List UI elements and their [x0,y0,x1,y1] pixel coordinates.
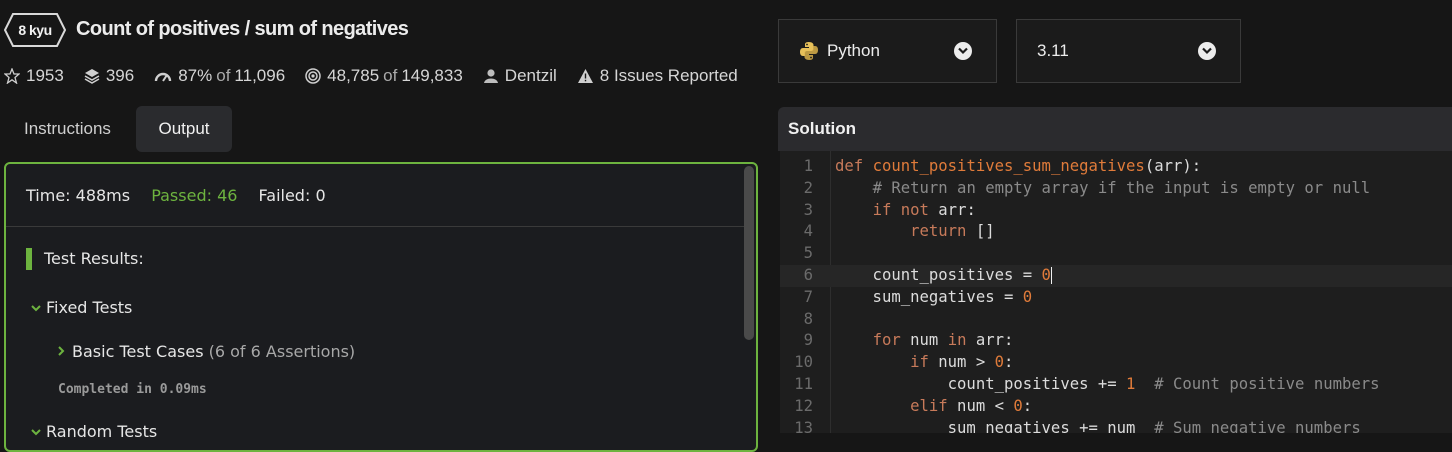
line-number: 13 [794,418,813,433]
test-results-heading: Test Results: [44,249,144,268]
line-number: 9 [803,331,813,350]
language-select[interactable]: Python [778,19,997,83]
failed-count: Failed: 0 [258,186,326,205]
code-line[interactable]: 10 if num > 0: [780,352,1452,374]
code-line[interactable]: 13 sum_negatives += num # Sum negative n… [780,418,1452,433]
kyu-badge: 8 kyu [4,13,66,47]
version-select[interactable]: 3.11 [1016,19,1241,83]
completed-count: 48,785 [327,66,380,85]
code-text: if not arr: [872,200,976,219]
line-number: 1 [803,157,813,175]
test-summary: Time: 488ms Passed: 46 Failed: 0 [26,186,342,205]
author-name[interactable]: Dentzil [505,66,557,86]
test-group-fixed[interactable]: Fixed Tests [30,298,132,317]
code-line[interactable]: 12 elif num < 0: [780,396,1452,418]
kata-stats: 1953 396 87% of 11,096 48,785 of 149,833… [4,64,758,88]
code-text: sum_negatives = 0 [835,287,1033,306]
run-time: Time: 488ms [26,186,131,205]
chevron-right-icon [56,342,72,361]
completed-time: Completed in 0.09ms [58,382,207,397]
code-text: if num > 0: [910,353,1014,372]
line-number: 2 [803,178,813,197]
issues-stat[interactable]: 8 Issues Reported [577,66,738,86]
attempts-count: 149,833 [401,66,463,85]
votes-count: 11,096 [234,66,286,85]
collections-stat[interactable]: 396 [84,66,134,86]
code-text: def count_positives_sum_negatives(arr): [835,157,1202,175]
chevron-down-icon [954,42,972,60]
satisfaction-rating: 87% [178,66,213,85]
author-stat[interactable]: Dentzil [483,66,557,86]
version-value: 3.11 [1037,41,1069,60]
code-text: sum_negatives += num # Sum negative numb… [835,418,1361,433]
code-line[interactable]: 2 # Return an empty array if the input i… [780,178,1452,200]
language-value: Python [827,41,880,60]
tab-instructions[interactable]: Instructions [4,106,131,152]
code-line[interactable]: 1 def count_positives_sum_negatives(arr): [780,156,1452,178]
results-accent-bar [26,248,32,270]
issues-link[interactable]: 8 Issues Reported [600,66,738,86]
assertion-count: (6 of 6 Assertions) [208,342,356,361]
line-number: 8 [803,309,813,328]
code-line[interactable]: 8 [780,309,1452,331]
code-line[interactable]: 6 count_positives = 0 [780,264,1452,287]
collections-count: 396 [105,66,135,85]
user-icon [483,69,498,83]
code-line[interactable]: 9 for num in arr: [780,330,1452,352]
code-line[interactable]: 11 count_positives += 1 # Count positive… [780,374,1452,396]
line-number: 4 [803,222,813,241]
line-number: 12 [794,396,813,415]
python-icon [800,42,818,60]
target-icon [305,68,321,84]
code-editor[interactable]: 1 def count_positives_sum_negatives(arr):… [780,151,1452,433]
line-number: 10 [794,353,813,372]
line-number: 7 [803,287,813,306]
chevron-down-icon [1198,42,1216,60]
satisfaction-gauge-icon [155,72,172,82]
chevron-down-icon [30,298,46,317]
code-text: elif num < 0: [910,396,1033,415]
chevron-down-icon [30,422,46,441]
divider [6,226,744,227]
line-number: 5 [803,244,813,263]
code-line[interactable]: 7 sum_negatives = 0 [780,287,1452,309]
layers-icon [84,69,100,84]
text-cursor [1050,266,1052,284]
test-group-label: Basic Test Cases [72,342,204,361]
code-text: # Return an empty array if the input is … [872,178,1371,197]
solution-header: Solution [778,107,1452,151]
completed-of: of [383,66,398,85]
output-scrollbar[interactable] [744,166,754,340]
code-lines[interactable]: 1 def count_positives_sum_negatives(arr):… [780,156,1452,433]
satisfaction-of: of [216,66,231,85]
test-group-random[interactable]: Random Tests [30,422,157,441]
stars-stat[interactable]: 1953 [4,66,64,86]
code-text: count_positives = 0 [835,265,1052,284]
satisfaction-stat: 87% of 11,096 [154,66,285,86]
code-text: return [] [910,222,995,241]
tab-output[interactable]: Output [136,106,232,152]
code-text: count_positives += 1 # Count positive nu… [835,374,1380,393]
code-line[interactable]: 4 return [] [780,221,1452,243]
stars-count: 1953 [26,66,64,85]
line-number: 3 [803,200,813,219]
line-number: 11 [794,374,813,393]
completions-stat: 48,785 of 149,833 [305,66,463,86]
warning-icon [577,69,593,83]
test-group-label: Fixed Tests [46,298,133,317]
code-line[interactable]: 5 [780,243,1452,265]
passed-count: Passed: 46 [151,186,238,205]
kata-title: Count of positives / sum of negatives [76,18,409,40]
test-group-label: Random Tests [46,422,158,441]
code-line[interactable]: 3 if not arr: [780,200,1452,222]
line-number: 6 [803,265,813,284]
code-text: for num in arr: [872,331,1014,350]
kyu-rank: 8 kyu [18,22,52,38]
output-panel: Time: 488ms Passed: 46 Failed: 0 Test Re… [4,162,758,452]
test-group-basic[interactable]: Basic Test Cases (6 of 6 Assertions) [56,342,355,361]
star-icon [4,68,20,84]
solution-title: Solution [788,119,856,138]
